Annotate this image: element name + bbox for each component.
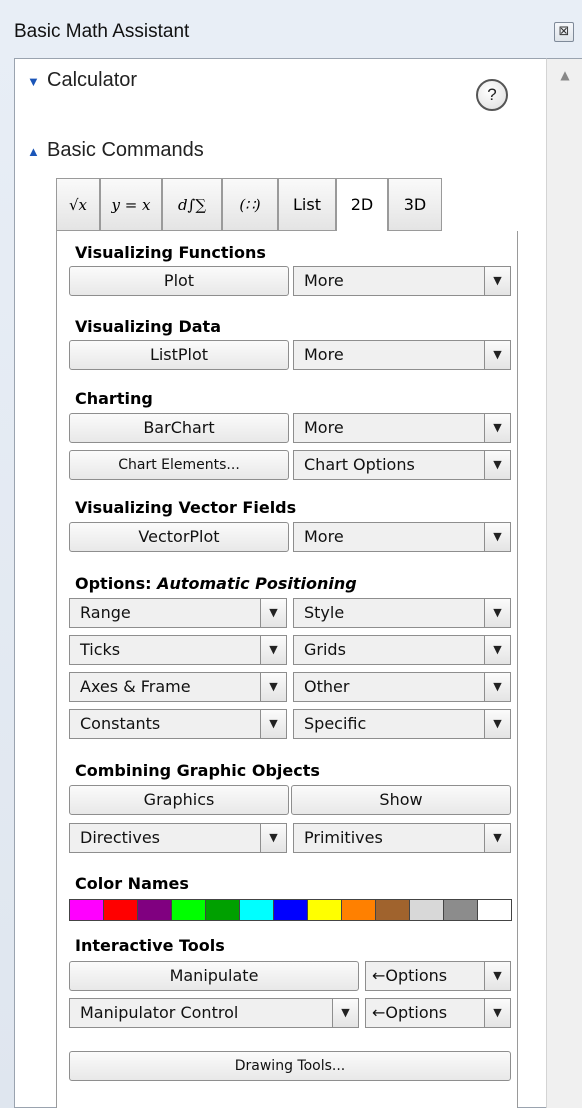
scroll-up-icon[interactable]: ▲ [555,65,575,85]
close-icon[interactable]: ⊠ [554,22,574,42]
tab-calculus[interactable]: d∫∑ [162,178,222,231]
chart-options-dropdown[interactable]: Chart Options ▼ [293,450,511,480]
manipulator-options-dropdown[interactable]: ←Options ▼ [365,998,511,1028]
color-swatch[interactable] [443,899,478,921]
show-button[interactable]: Show [291,785,511,815]
color-swatch[interactable] [341,899,376,921]
basic-commands-section-header[interactable]: ▲ Basic Commands [27,139,204,162]
dropdown-arrow-icon: ▼ [260,710,286,738]
color-swatch[interactable] [375,899,410,921]
plot-more-dropdown[interactable]: More ▼ [293,266,511,296]
listplot-more-dropdown[interactable]: More ▼ [293,340,511,370]
tab-2d[interactable]: 2D [336,178,388,232]
calculator-section-header[interactable]: ▼ Calculator [27,69,137,92]
dropdown-arrow-icon: ▼ [484,673,510,701]
chevron-up-icon: ▲ [27,144,40,159]
color-swatch[interactable] [477,899,512,921]
dropdown-arrow-icon: ▼ [484,824,510,852]
dropdown-arrow-icon: ▼ [484,636,510,664]
ticks-dropdown[interactable]: Ticks ▼ [69,635,287,665]
drawing-tools-button[interactable]: Drawing Tools... [69,1051,511,1081]
window-title: Basic Math Assistant [14,21,190,42]
options-heading: Options: Automatic Positioning [75,574,357,593]
tab-3d[interactable]: 3D [388,178,442,231]
dropdown-arrow-icon: ▼ [484,999,510,1027]
vector-fields-heading: Visualizing Vector Fields [75,498,297,517]
dropdown-arrow-icon: ▼ [484,414,510,442]
manipulate-button[interactable]: Manipulate [69,961,359,991]
axes-frame-dropdown[interactable]: Axes & Frame ▼ [69,672,287,702]
tab-equation[interactable]: y = x [100,178,162,231]
barchart-button[interactable]: BarChart [69,413,289,443]
vertical-scrollbar[interactable]: ▲ [546,58,582,1108]
dropdown-arrow-icon: ▼ [260,636,286,664]
listplot-button[interactable]: ListPlot [69,340,289,370]
color-swatch[interactable] [137,899,172,921]
tab-list[interactable]: List [278,178,336,231]
dropdown-arrow-icon: ▼ [484,451,510,479]
dropdown-arrow-icon: ▼ [484,341,510,369]
vectorplot-button[interactable]: VectorPlot [69,522,289,552]
interactive-tools-heading: Interactive Tools [75,936,225,955]
color-swatch[interactable] [409,899,444,921]
color-swatch[interactable] [239,899,274,921]
constants-dropdown[interactable]: Constants ▼ [69,709,287,739]
basic-commands-label: Basic Commands [47,139,204,161]
color-swatch[interactable] [103,899,138,921]
color-names-heading: Color Names [75,874,189,893]
manipulator-control-dropdown[interactable]: Manipulator Control ▼ [69,998,359,1028]
other-dropdown[interactable]: Other ▼ [293,672,511,702]
directives-dropdown[interactable]: Directives ▼ [69,823,287,853]
graphics-button[interactable]: Graphics [69,785,289,815]
dropdown-arrow-icon: ▼ [484,523,510,551]
range-dropdown[interactable]: Range ▼ [69,598,287,628]
combining-heading: Combining Graphic Objects [75,761,320,780]
chart-elements-button[interactable]: Chart Elements... [69,450,289,480]
style-dropdown[interactable]: Style ▼ [293,598,511,628]
dropdown-arrow-icon: ▼ [332,999,358,1027]
help-icon[interactable]: ? [476,79,508,111]
dropdown-arrow-icon: ▼ [260,673,286,701]
visualizing-functions-heading: Visualizing Functions [75,243,266,262]
dropdown-arrow-icon: ▼ [484,962,510,990]
options-heading-italic: Automatic Positioning [157,574,357,593]
color-swatch[interactable] [307,899,342,921]
specific-dropdown[interactable]: Specific ▼ [293,709,511,739]
basic-math-assistant-window: Basic Math Assistant ⊠ ▼ Calculator ▲ Basi… [0,0,582,1108]
visualizing-data-heading: Visualizing Data [75,317,221,336]
tab-matrix[interactable]: (∷) [222,178,278,231]
calculator-label: Calculator [47,69,138,91]
color-swatch[interactable] [273,899,308,921]
color-swatch[interactable] [171,899,206,921]
vectorplot-more-dropdown[interactable]: More ▼ [293,522,511,552]
dropdown-arrow-icon: ▼ [484,599,510,627]
color-swatch[interactable] [69,899,104,921]
charting-heading: Charting [75,389,153,408]
barchart-more-dropdown[interactable]: More ▼ [293,413,511,443]
tab-sqrt[interactable]: √x [56,178,100,231]
dropdown-arrow-icon: ▼ [484,267,510,295]
primitives-dropdown[interactable]: Primitives ▼ [293,823,511,853]
tab-2d-content: Visualizing Functions Plot More ▼ Visuali… [56,231,518,1108]
dropdown-arrow-icon: ▼ [260,599,286,627]
color-swatch[interactable] [205,899,240,921]
chevron-down-icon: ▼ [27,74,40,89]
grids-dropdown[interactable]: Grids ▼ [293,635,511,665]
dropdown-arrow-icon: ▼ [260,824,286,852]
plot-button[interactable]: Plot [69,266,289,296]
dropdown-arrow-icon: ▼ [484,710,510,738]
manipulate-options-dropdown[interactable]: ←Options ▼ [365,961,511,991]
